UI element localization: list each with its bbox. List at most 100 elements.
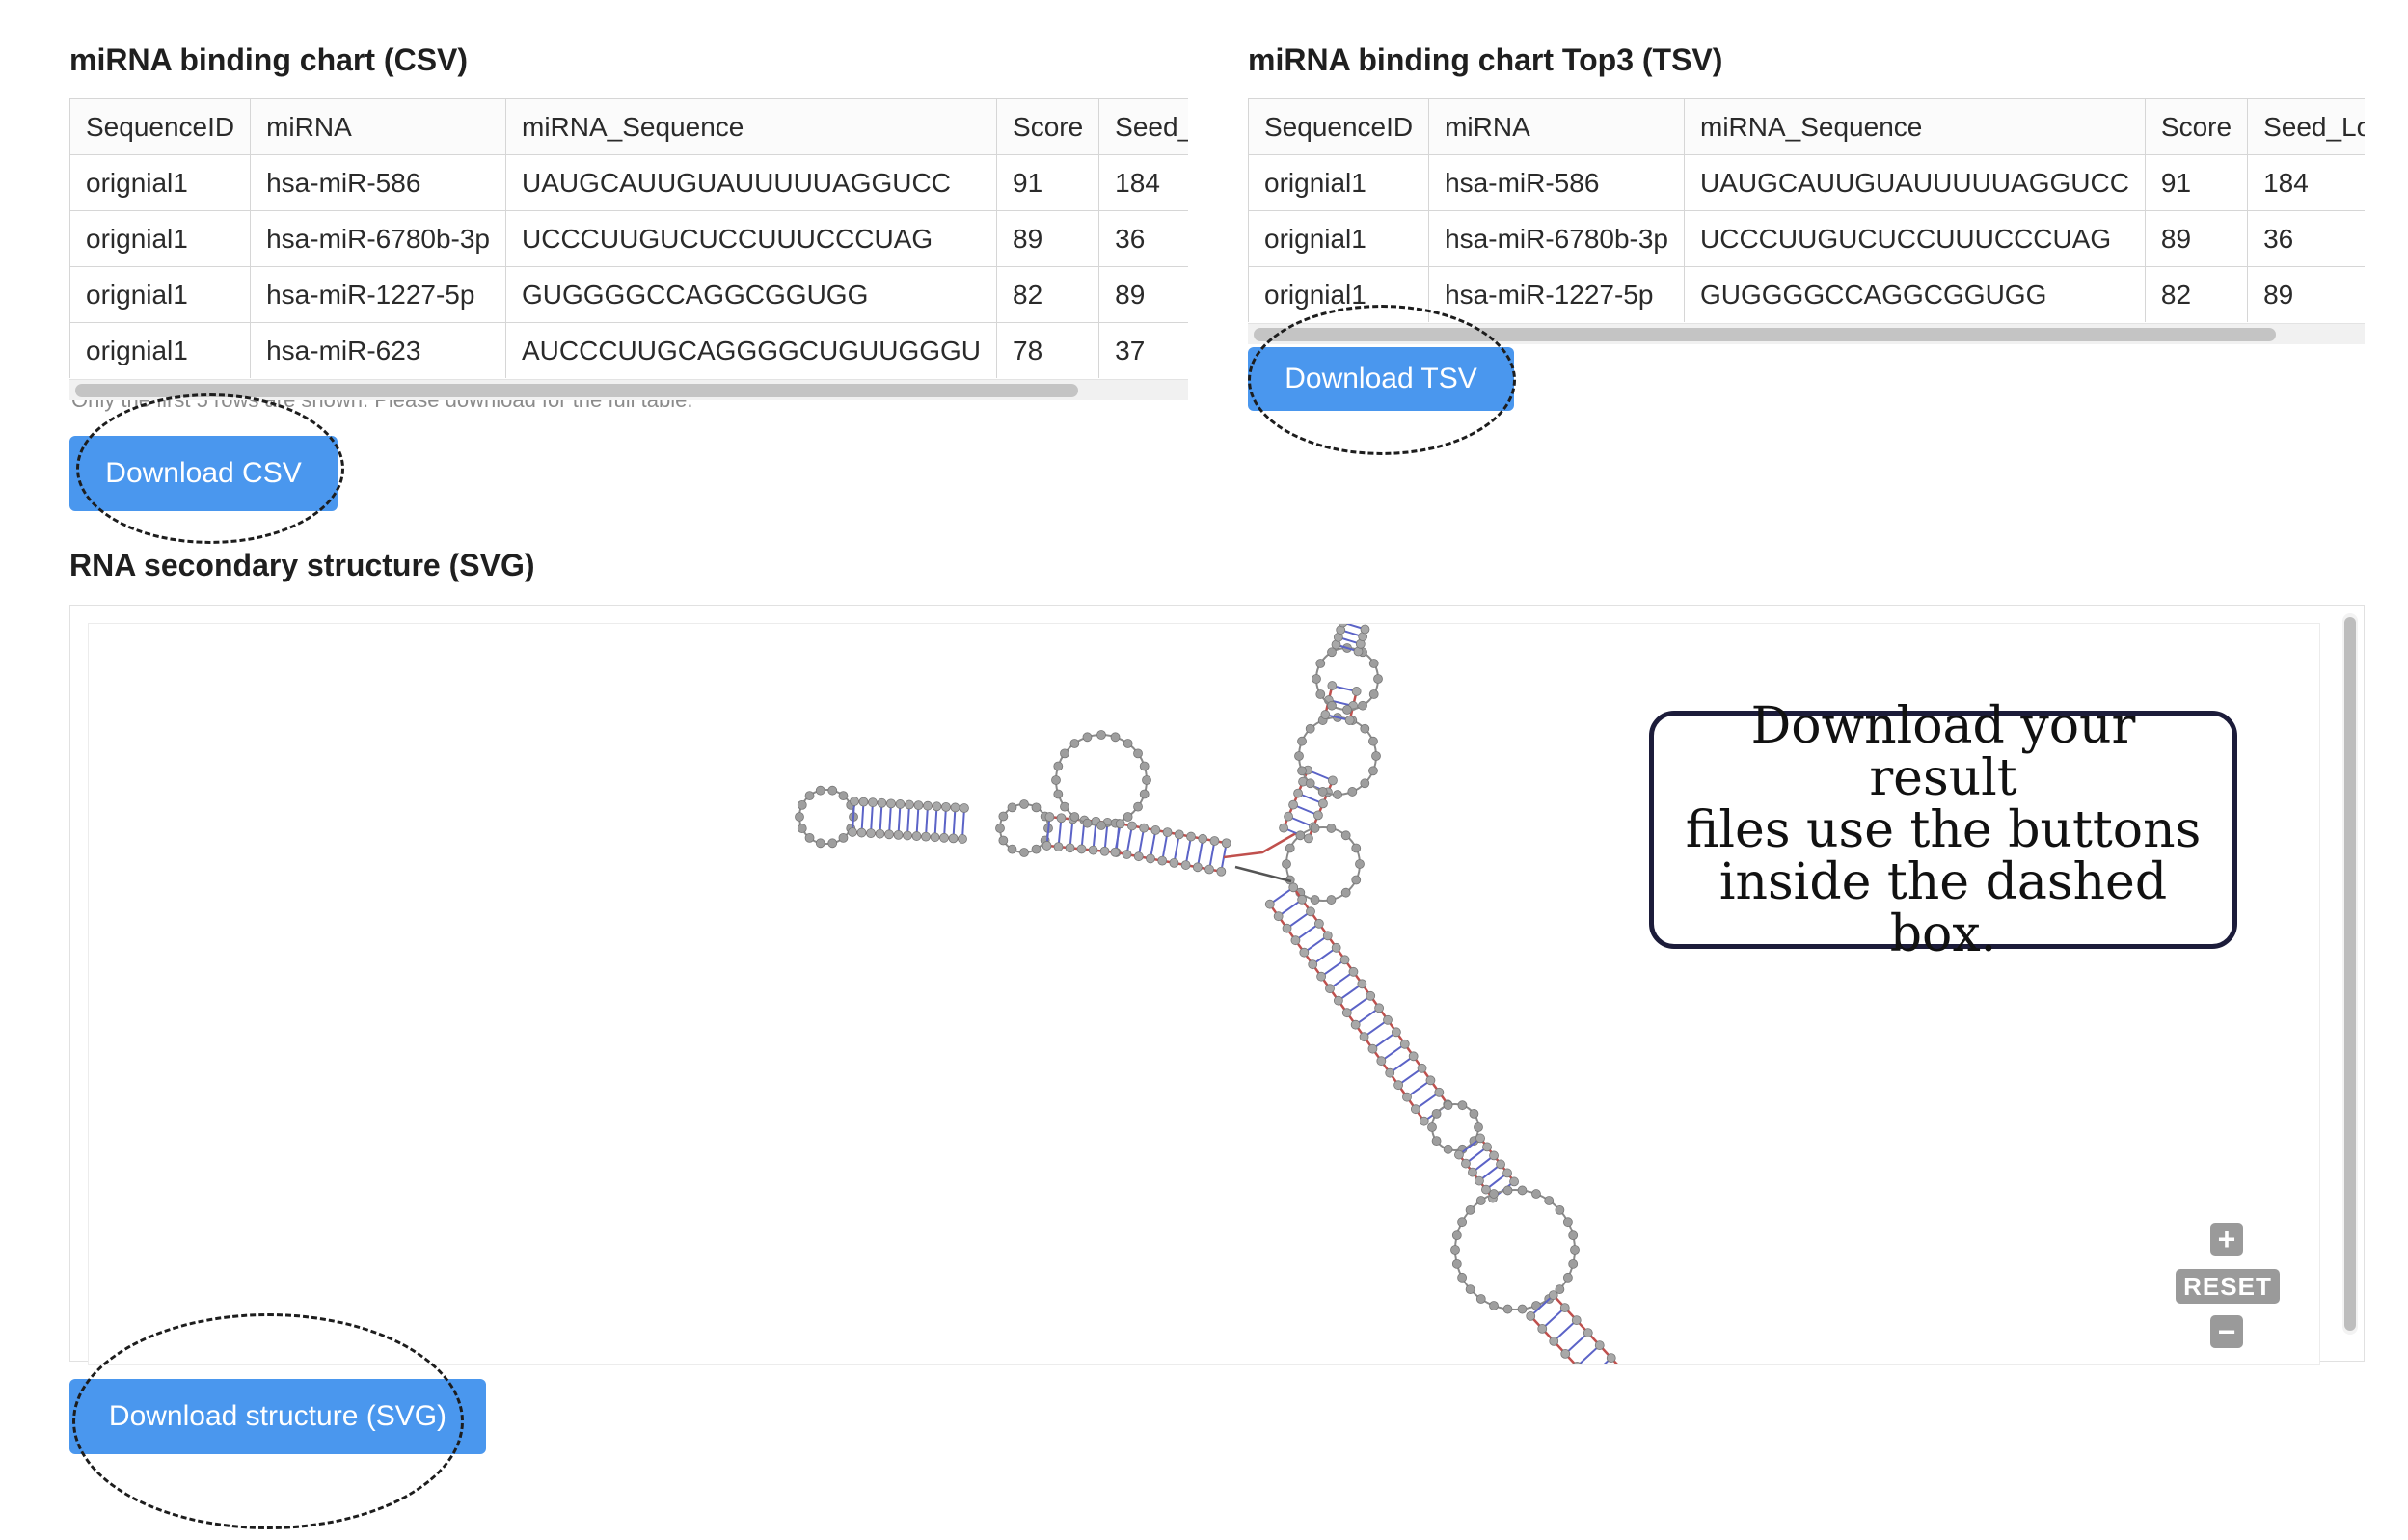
table-cell: 82: [2144, 266, 2249, 322]
rna-base: [1069, 812, 1080, 822]
rna-base: [1053, 761, 1064, 771]
rna-base: [1457, 1100, 1468, 1111]
rna-base: [1019, 848, 1029, 857]
rna-base: [827, 838, 838, 849]
rna-base: [1133, 801, 1143, 812]
rna-base: [1110, 732, 1121, 743]
rna-base: [1502, 1304, 1513, 1314]
rna-base: [1431, 1108, 1442, 1119]
rna-base: [797, 824, 807, 834]
rna-base: [1340, 830, 1351, 841]
rna-base: [1368, 689, 1379, 699]
rna-base: [911, 831, 922, 841]
rna-base: [1351, 687, 1362, 696]
table-cell: UAUGCAUUGUAUUUUUAGGUCC: [1684, 154, 2146, 211]
rna-base: [1606, 1353, 1616, 1364]
rna-base: [1347, 787, 1358, 797]
rna-base: [1360, 723, 1370, 734]
column-header[interactable]: SequenceID: [1248, 98, 1430, 155]
rna-base: [1531, 1189, 1541, 1199]
rna-base: [858, 797, 869, 807]
rna-base: [1044, 812, 1055, 822]
rna-base: [1410, 1104, 1420, 1115]
rna-base: [1325, 984, 1335, 994]
rna-base: [1385, 1067, 1395, 1078]
table-cell: hsa-miR-586: [250, 154, 506, 211]
csv-table-container[interactable]: SequenceID miRNA miRNA_Sequence Score Se…: [69, 98, 1188, 378]
tsv-scrollbar-thumb[interactable]: [1254, 328, 2276, 341]
rna-base: [1317, 787, 1328, 797]
tsv-horizontal-scrollbar[interactable]: [1248, 323, 2365, 344]
rna-base: [1216, 866, 1227, 877]
rna-base: [1443, 1144, 1453, 1154]
rna-base: [1306, 906, 1315, 917]
table-cell: orignial1: [69, 154, 252, 211]
zoom-out-button[interactable]: −: [2210, 1314, 2243, 1349]
rna-base: [1123, 812, 1133, 822]
rna-base: [1313, 810, 1323, 821]
rna-base: [1562, 1217, 1573, 1228]
rna-base: [838, 832, 849, 843]
rna-base: [1139, 789, 1150, 799]
table-cell: orignial1: [69, 322, 252, 378]
rna-base: [1366, 990, 1376, 1001]
column-header[interactable]: miRNA_Sequence: [504, 98, 998, 155]
csv-table: SequenceID miRNA miRNA_Sequence Score Se…: [69, 98, 1188, 378]
rna-base: [1419, 1116, 1429, 1126]
reset-zoom-button[interactable]: RESET: [2176, 1269, 2280, 1304]
column-header[interactable]: Score: [2144, 98, 2249, 155]
rna-base: [1133, 851, 1144, 862]
table-cell: 89: [2247, 266, 2365, 322]
rna-base: [1305, 723, 1315, 734]
rna-base: [815, 785, 825, 796]
structure-vertical-scrollbar[interactable]: [2342, 613, 2358, 1335]
rna-base: [1031, 844, 1042, 854]
rna-base: [1475, 1196, 1486, 1205]
download-svg-button[interactable]: Download structure (SVG): [69, 1379, 486, 1454]
column-header[interactable]: miRNA: [250, 98, 506, 155]
column-header[interactable]: Score: [996, 98, 1100, 155]
rna-base: [932, 801, 942, 812]
rna-base: [1060, 748, 1069, 759]
rna-base: [1475, 1175, 1484, 1186]
rna-base: [1568, 1230, 1579, 1241]
download-csv-button[interactable]: Download CSV: [69, 436, 338, 511]
rna-base: [1537, 1323, 1548, 1334]
rna-base: [1069, 739, 1080, 748]
csv-scrollbar-thumb[interactable]: [75, 384, 1078, 397]
rna-base: [1290, 935, 1301, 946]
table-cell: 91: [996, 154, 1100, 211]
zoom-in-button[interactable]: +: [2210, 1222, 2243, 1256]
rna-base: [815, 838, 825, 849]
rna-base: [1315, 659, 1326, 668]
download-tsv-button[interactable]: Download TSV: [1248, 347, 1514, 411]
table-cell: hsa-miR-6780b-3p: [1428, 210, 1685, 267]
rna-base: [1341, 1008, 1352, 1018]
rna-base: [1293, 788, 1303, 798]
column-header[interactable]: miRNA_Sequence: [1684, 98, 2146, 155]
tsv-table-container[interactable]: SequenceID miRNA miRNA_Sequence Score Se…: [1248, 98, 2365, 322]
table-cell: GUGGGGCCAGGCGGUGG: [504, 266, 998, 323]
table-row: orignial1 hsa-miR-586 UAUGCAUUGUAUUUUUAG…: [1248, 154, 2365, 211]
rna-base: [1169, 857, 1179, 868]
rna-base: [1355, 859, 1365, 869]
rna-base: [1019, 799, 1029, 809]
rna-base: [1383, 1014, 1393, 1025]
rna-base: [1221, 838, 1231, 849]
column-header[interactable]: Seed_Loc: [2247, 98, 2365, 155]
table-cell: orignial1: [1248, 154, 1430, 211]
table-cell: 82: [996, 266, 1100, 323]
rna-base: [1475, 1133, 1485, 1144]
column-header[interactable]: SequenceID: [69, 98, 252, 155]
structure-scrollbar-thumb[interactable]: [2344, 617, 2356, 1331]
csv-horizontal-scrollbar[interactable]: [69, 379, 1188, 400]
rna-base: [1373, 674, 1383, 684]
rna-base: [1417, 1063, 1427, 1073]
rna-base: [797, 799, 807, 810]
rna-base: [1489, 1301, 1499, 1310]
rna-base: [1304, 833, 1313, 844]
column-header[interactable]: Seed_Lo: [1098, 98, 1188, 155]
rna-base: [1351, 843, 1362, 853]
column-header[interactable]: miRNA: [1428, 98, 1685, 155]
callout-line: files use the buttons: [1685, 800, 2202, 859]
